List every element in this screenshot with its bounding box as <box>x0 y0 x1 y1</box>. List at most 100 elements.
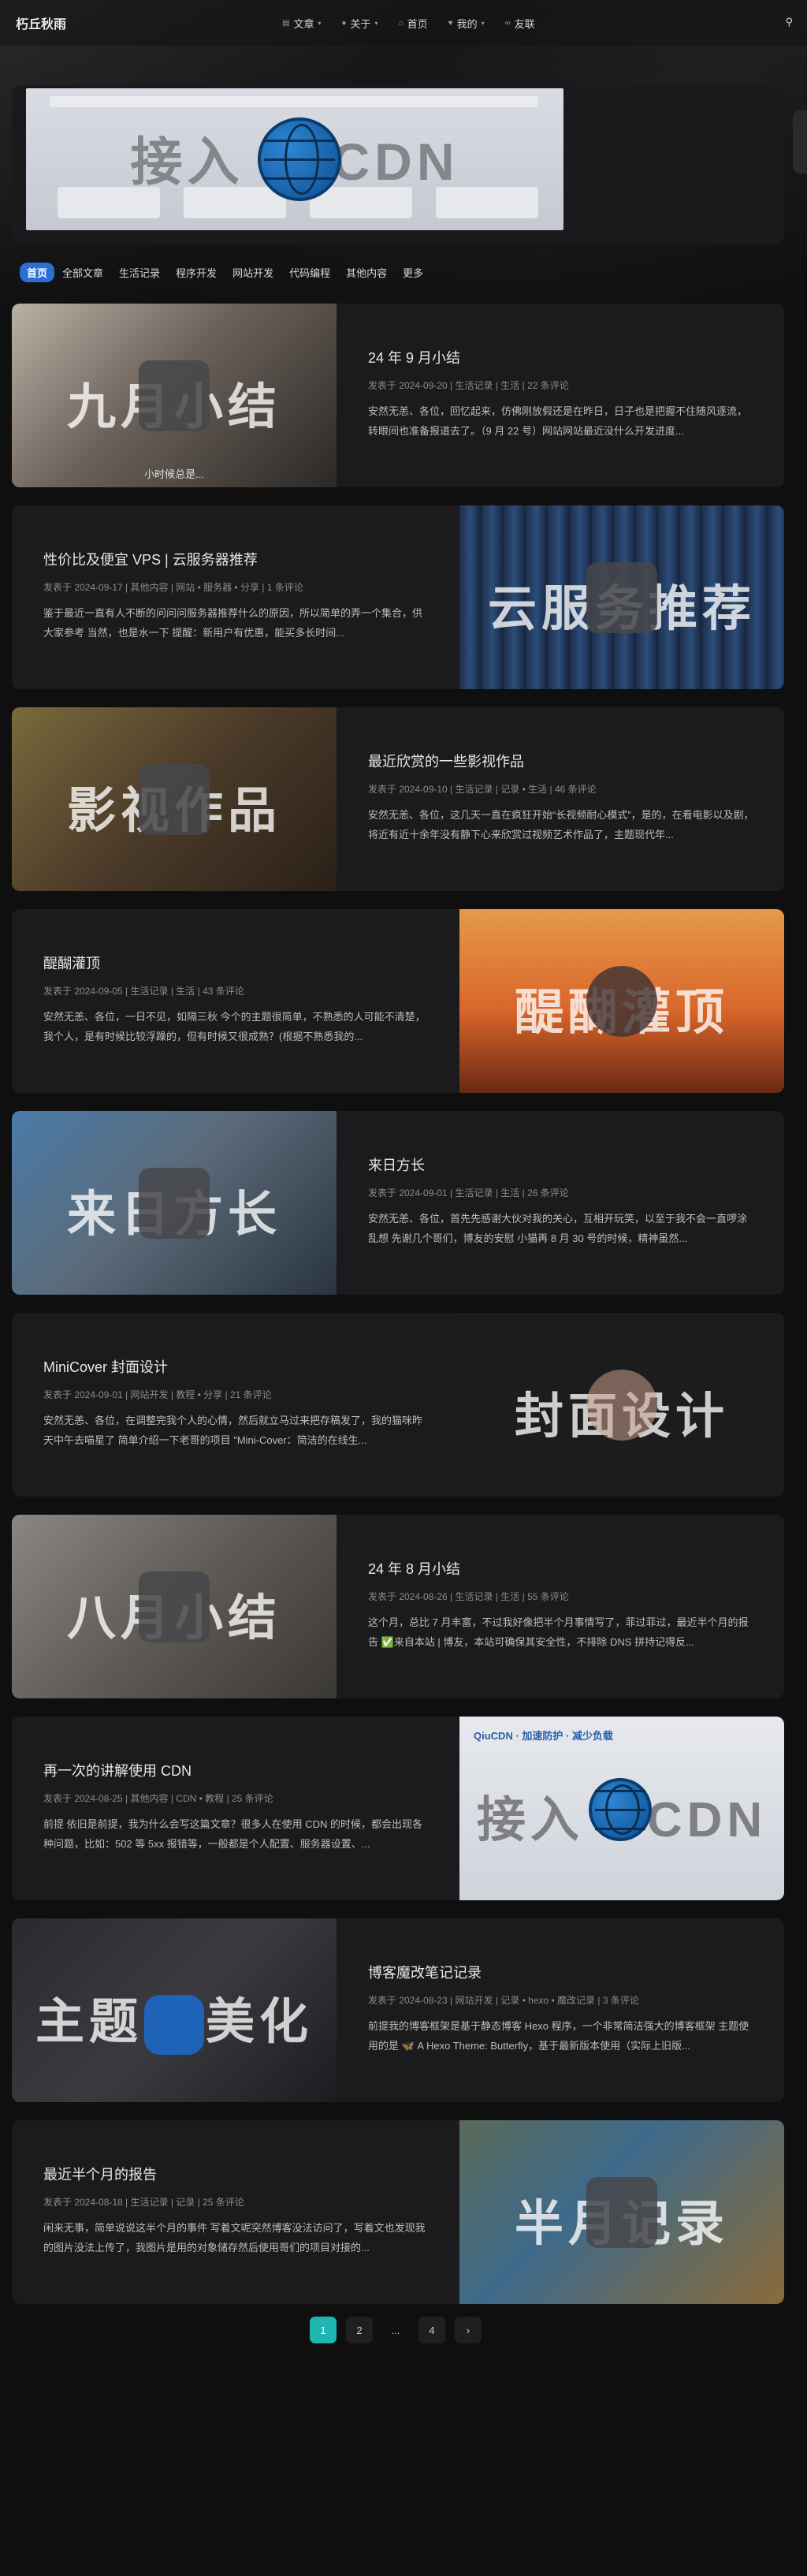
chevron-right-icon[interactable]: › <box>455 2317 482 2343</box>
post-excerpt: 安然无恙、各位，在调整完我个人的心情，然后就立马过来把存稿发了，我的猫咪昨天中午… <box>43 1415 423 1446</box>
globe-icon <box>258 117 341 201</box>
post-cover[interactable]: 主题 美化 <box>12 1918 337 2102</box>
nav-item-label: 文章 <box>293 17 314 30</box>
post-excerpt: 闲来无事，简单说说这半个月的事件 写着文呢突然博客没法访问了，写着文也发现我的图… <box>43 2222 426 2254</box>
category-other[interactable]: 其他内容 <box>338 262 395 283</box>
post-excerpt: 安然无恙、各位，回忆起来，仿佛刚放假还是在昨日，日子也是把握不住随风逐流，转眼间… <box>368 405 748 437</box>
post-excerpt: 安然无恙、各位，首先先感谢大伙对我的关心，互相开玩笑，以至于我不会一直啰涂乱想 … <box>368 1213 748 1244</box>
hexo-logo-icon <box>144 1994 204 2055</box>
nav-item-friends[interactable]: ∞ 友联 <box>495 16 545 31</box>
post-cover[interactable]: 云服务推荐 <box>459 505 784 689</box>
page-1[interactable]: 1 <box>310 2317 337 2343</box>
featured-banner[interactable]: 接入 CDN <box>12 85 784 244</box>
post-excerpt: 安然无恙、各位，一日不见，如隔三秋 今个的主题很简单，不熟悉的人可能不清楚，我个… <box>43 1011 426 1042</box>
post-card[interactable]: 影视作品 最近欣赏的一些影视作品 发表于 2024-09-10 | 生活记录 |… <box>12 707 784 891</box>
nav-item-label: 友联 <box>514 17 535 30</box>
category-more[interactable]: 更多 <box>395 262 431 283</box>
post-card[interactable]: 九月小结 小时候总是... 24 年 9 月小结 发表于 2024-09-20 … <box>12 304 784 487</box>
post-meta: 发表于 2024-08-18 | 生活记录 | 记录 | 25 条评论 <box>43 2197 244 2208</box>
post-title[interactable]: 最近欣赏的一些影视作品 <box>368 751 524 771</box>
post-excerpt: 这个月，总比 7 月丰富，不过我好像把半个月事情写了，菲过菲过，最近半个月的报告… <box>368 1616 749 1648</box>
book-icon: ▤ <box>282 18 290 28</box>
heart-icon: ♥ <box>448 18 453 28</box>
post-cover[interactable]: 九月小结 小时候总是... <box>12 304 337 487</box>
post-card[interactable]: 八月小结 24 年 8 月小结 发表于 2024-08-26 | 生活记录 | … <box>12 1515 784 1698</box>
post-body: 性价比及便宜 VPS | 云服务器推荐 发表于 2024-09-17 | 其他内… <box>43 505 469 689</box>
post-body: 醍醐灌顶 发表于 2024-09-05 | 生活记录 | 生活 | 43 条评论… <box>43 909 469 1093</box>
calendar-icon <box>139 360 210 431</box>
post-excerpt: 鉴于最近一直有人不断的问问问服务器推荐什么的原因，所以简单的弄一个集合，供大家参… <box>43 607 423 639</box>
post-meta: 发表于 2024-09-01 | 生活记录 | 生活 | 26 条评论 <box>368 1187 569 1199</box>
post-body: 博客魔改笔记记录 发表于 2024-08-23 | 网站开发 | 记录 • he… <box>368 1918 784 2102</box>
banner-image: 接入 CDN <box>26 88 563 230</box>
category-code[interactable]: 代码编程 <box>281 262 338 283</box>
post-cover[interactable]: 影视作品 <box>12 707 337 891</box>
post-title[interactable]: 性价比及便宜 VPS | 云服务器推荐 <box>43 549 258 569</box>
post-card[interactable]: 主题 美化 博客魔改笔记记录 发表于 2024-08-23 | 网站开发 | 记录… <box>12 1918 784 2102</box>
post-title[interactable]: 24 年 9 月小结 <box>368 347 460 367</box>
post-card[interactable]: 来日方长 来日方长 发表于 2024-09-01 | 生活记录 | 生活 | 2… <box>12 1111 784 1295</box>
post-cover[interactable]: 八月小结 <box>12 1515 337 1698</box>
post-body: MiniCover 封面设计 发表于 2024-09-01 | 网站开发 | 教… <box>43 1313 469 1497</box>
cover-caption: 小时候总是... <box>144 468 204 480</box>
post-card[interactable]: 性价比及便宜 VPS | 云服务器推荐 发表于 2024-09-17 | 其他内… <box>12 505 784 689</box>
cat-avatar-icon <box>139 1167 210 1239</box>
post-cover[interactable]: 封面设计 <box>459 1313 784 1497</box>
page-4[interactable]: 4 <box>418 2317 445 2343</box>
category-bar: 首页 全部文章 生活记录 程序开发 网站开发 代码编程 其他内容 更多 <box>20 262 431 283</box>
post-meta: 发表于 2024-08-25 | 其他内容 | CDN • 教程 | 25 条评… <box>43 1793 273 1804</box>
post-body: 来日方长 发表于 2024-09-01 | 生活记录 | 生活 | 26 条评论… <box>368 1111 784 1295</box>
post-card[interactable]: 醍醐灌顶 发表于 2024-09-05 | 生活记录 | 生活 | 43 条评论… <box>12 909 784 1093</box>
post-cover[interactable]: 醍醐灌顶 <box>459 909 784 1093</box>
post-body: 再一次的讲解使用 CDN 发表于 2024-08-25 | 其他内容 | CDN… <box>43 1717 469 1900</box>
post-title[interactable]: 醍醐灌顶 <box>43 952 100 973</box>
server-icon <box>586 561 657 633</box>
post-body: 最近半个月的报告 发表于 2024-08-18 | 生活记录 | 记录 | 25… <box>43 2120 469 2304</box>
post-title[interactable]: MiniCover 封面设计 <box>43 1356 168 1377</box>
post-body: 24 年 9 月小结 发表于 2024-09-20 | 生活记录 | 生活 | … <box>368 304 784 487</box>
avatar-icon <box>586 2176 657 2248</box>
chevron-down-icon: ▾ <box>318 19 322 27</box>
nav-item-label: 首页 <box>407 17 428 30</box>
post-title[interactable]: 博客魔改笔记记录 <box>368 1962 482 1982</box>
category-web[interactable]: 网站开发 <box>225 262 281 283</box>
post-meta: 发表于 2024-09-01 | 网站开发 | 教程 • 分享 | 21 条评论 <box>43 1389 272 1400</box>
post-title[interactable]: 再一次的讲解使用 CDN <box>43 1760 192 1780</box>
nav-menu: ▤ 文章 ▾ ● 关于 ▾ ⌂ 首页 ♥ 我的 ▾ ∞ 友联 <box>272 0 545 46</box>
post-cover[interactable]: 半月记录 <box>459 2120 784 2304</box>
site-brand[interactable]: 朽丘秋雨 <box>16 13 66 32</box>
category-program[interactable]: 程序开发 <box>168 262 225 283</box>
post-card[interactable]: 最近半个月的报告 发表于 2024-08-18 | 生活记录 | 记录 | 25… <box>12 2120 784 2304</box>
post-meta: 发表于 2024-09-20 | 生活记录 | 生活 | 22 条评论 <box>368 380 569 391</box>
post-excerpt: 安然无恙、各位，这几天一直在疯狂开始“长视频耐心模式”，是的，在看电影以及剧，将… <box>368 809 754 841</box>
meditation-icon <box>586 965 657 1037</box>
post-cover[interactable]: 来日方长 <box>12 1111 337 1295</box>
category-home[interactable]: 首页 <box>20 263 55 282</box>
screenshot-toolbar <box>50 96 538 107</box>
post-body: 24 年 8 月小结 发表于 2024-08-26 | 生活记录 | 生活 | … <box>368 1515 784 1698</box>
side-toggle[interactable] <box>793 110 807 173</box>
category-life[interactable]: 生活记录 <box>111 262 168 283</box>
post-title[interactable]: 24 年 8 月小结 <box>368 1558 460 1579</box>
post-meta: 发表于 2024-09-10 | 生活记录 | 记录 • 生活 | 46 条评论 <box>368 784 597 795</box>
post-title[interactable]: 来日方长 <box>368 1154 425 1175</box>
post-card[interactable]: MiniCover 封面设计 发表于 2024-09-01 | 网站开发 | 教… <box>12 1313 784 1497</box>
nav-item-label: 我的 <box>456 17 478 30</box>
nav-item-about[interactable]: ● 关于 ▾ <box>331 16 388 31</box>
avatar-icon <box>586 1369 657 1441</box>
nav-item-label: 关于 <box>350 17 371 30</box>
navbar: 朽丘秋雨 ▤ 文章 ▾ ● 关于 ▾ ⌂ 首页 ♥ 我的 ▾ ∞ 友联 ⚲ <box>0 0 807 46</box>
search-icon[interactable]: ⚲ <box>785 16 793 28</box>
nav-item-mine[interactable]: ♥ 我的 ▾ <box>438 16 495 31</box>
post-card[interactable]: 再一次的讲解使用 CDN 发表于 2024-08-25 | 其他内容 | CDN… <box>12 1717 784 1900</box>
post-cover[interactable]: QiuCDN · 加速防护 · 减少负载 接入 CDN <box>459 1717 784 1900</box>
post-meta: 发表于 2024-08-23 | 网站开发 | 记录 • hexo • 魔改记录… <box>368 1995 639 2006</box>
nav-item-home[interactable]: ⌂ 首页 <box>389 16 438 31</box>
chevron-down-icon: ▾ <box>481 19 485 27</box>
post-title[interactable]: 最近半个月的报告 <box>43 2164 157 2184</box>
category-all[interactable]: 全部文章 <box>54 262 111 283</box>
post-excerpt: 前提 依旧是前提，我为什么会写这篇文章？很多人在使用 CDN 的时候，都会出现各… <box>43 1818 423 1850</box>
page-2[interactable]: 2 <box>346 2317 373 2343</box>
nav-item-articles[interactable]: ▤ 文章 ▾ <box>272 16 331 31</box>
post-excerpt: 前提我的博客框架是基于静态博客 Hexo 程序，一个非常简洁强大的博客框架 主题… <box>368 2020 749 2052</box>
